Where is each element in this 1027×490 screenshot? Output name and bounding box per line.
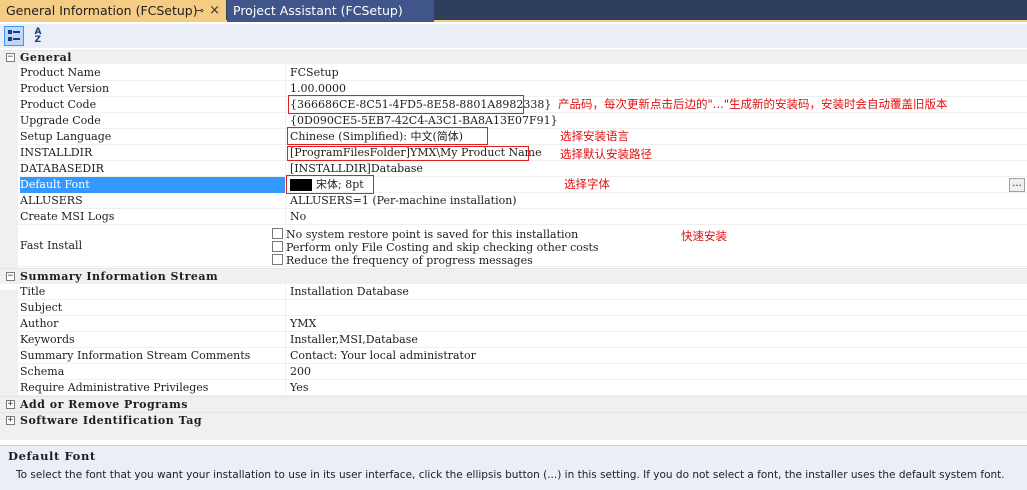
expand-icon[interactable]: + <box>6 416 15 425</box>
property-name: Fast Install <box>20 225 286 267</box>
property-value[interactable]: ALLUSERS=1 (Per-machine installation) <box>290 193 517 209</box>
highlight-box-product-code <box>288 95 524 114</box>
tab-project-assistant[interactable]: Project Assistant (FCSetup) <box>227 0 434 22</box>
property-name: Subject <box>20 300 286 316</box>
property-row-databasedir[interactable]: DATABASEDIR [INSTALLDIR]Database <box>18 161 1027 177</box>
category-label: Summary Information Stream <box>20 270 219 283</box>
fast-install-option[interactable]: Reduce the frequency of progress message… <box>272 254 533 267</box>
tab-general-information[interactable]: General Information (FCSetup) ⊸ × <box>0 0 226 22</box>
alphabetical-view-button[interactable]: A Z <box>28 26 48 46</box>
description-pane: Default Font To select the font that you… <box>0 445 1027 490</box>
highlight-box-setup-language <box>287 127 488 145</box>
collapse-icon[interactable]: − <box>6 53 15 62</box>
property-row-create-msi-logs[interactable]: Create MSI Logs No <box>18 209 1027 225</box>
property-name: Author <box>20 316 286 332</box>
annotation-installdir: 选择默认安装路径 <box>560 147 652 161</box>
category-label: Add or Remove Programs <box>20 398 188 411</box>
expand-icon[interactable]: + <box>6 400 15 409</box>
annotation-default-font: 选择字体 <box>564 177 610 191</box>
fast-install-option[interactable]: Perform only File Costing and skip check… <box>272 241 599 254</box>
grid-empty-area <box>0 428 1027 440</box>
sort-alpha-icon: A Z <box>34 28 42 45</box>
property-row-default-font[interactable]: Default Font 宋体; 8pt ... <box>18 177 1027 193</box>
property-value[interactable]: Installation Database <box>290 284 409 300</box>
fast-install-option[interactable]: No system restore point is saved for thi… <box>272 228 578 241</box>
tab-label: Project Assistant (FCSetup) <box>233 3 403 18</box>
property-name: Require Administrative Privileges <box>20 380 286 396</box>
property-row-author[interactable]: Author YMX <box>18 316 1027 332</box>
property-name: Default Font <box>20 177 286 193</box>
property-name: DATABASEDIR <box>20 161 286 177</box>
property-row-setup-language[interactable]: Setup Language Chinese (Simplified): 中文(… <box>18 129 1027 145</box>
property-row-require-admin[interactable]: Require Administrative Privileges Yes <box>18 380 1027 396</box>
property-name: INSTALLDIR <box>20 145 286 161</box>
property-name: Product Version <box>20 81 286 97</box>
tab-label: General Information (FCSetup) <box>6 3 198 18</box>
category-summary-information-stream[interactable]: − Summary Information Stream <box>0 268 1027 284</box>
property-row-allusers[interactable]: ALLUSERS ALLUSERS=1 (Per-machine install… <box>18 193 1027 209</box>
pin-icon[interactable]: ⊸ <box>195 0 204 22</box>
highlight-box-installdir <box>287 146 529 161</box>
property-name: Title <box>20 284 286 300</box>
property-name: Create MSI Logs <box>20 209 286 225</box>
property-value[interactable]: 200 <box>290 364 311 380</box>
property-value[interactable]: YMX <box>290 316 316 332</box>
property-row-upgrade-code[interactable]: Upgrade Code {0D090CE5-5EB7-42C4-A3C1-BA… <box>18 113 1027 129</box>
property-row-subject[interactable]: Subject <box>18 300 1027 316</box>
property-name: Schema <box>20 364 286 380</box>
property-row-schema[interactable]: Schema 200 <box>18 364 1027 380</box>
document-tab-bar: General Information (FCSetup) ⊸ × Projec… <box>0 0 1027 22</box>
gutter <box>0 290 18 398</box>
property-value[interactable]: Installer,MSI,Database <box>290 332 418 348</box>
category-label: General <box>20 51 72 64</box>
property-row-keywords[interactable]: Keywords Installer,MSI,Database <box>18 332 1027 348</box>
category-software-identification-tag[interactable]: + Software Identification Tag <box>0 412 1027 428</box>
checkbox[interactable] <box>272 254 283 265</box>
property-row-product-name[interactable]: Product Name FCSetup <box>18 65 1027 81</box>
property-name: Product Name <box>20 65 286 81</box>
category-label: Software Identification Tag <box>20 414 203 427</box>
annotation-setup-language: 选择安装语言 <box>560 129 629 143</box>
collapse-icon[interactable]: − <box>6 272 15 281</box>
ellipsis-button[interactable]: ... <box>1009 178 1025 192</box>
property-name: Upgrade Code <box>20 113 286 129</box>
close-icon[interactable]: × <box>209 0 220 22</box>
property-value[interactable]: No <box>290 209 306 225</box>
property-row-comments[interactable]: Summary Information Stream Comments Cont… <box>18 348 1027 364</box>
alpha-z: Z <box>34 35 42 45</box>
checkbox-label: No system restore point is saved for thi… <box>286 228 579 241</box>
description-title: Default Font <box>8 449 96 463</box>
property-value[interactable]: Contact: Your local administrator <box>290 348 476 364</box>
category-general[interactable]: − General <box>0 50 1027 64</box>
property-name: Setup Language <box>20 129 286 145</box>
categorized-icon <box>8 30 20 41</box>
property-name: Product Code <box>20 97 286 113</box>
description-text: To select the font that you want your in… <box>16 469 1005 481</box>
property-value[interactable]: FCSetup <box>290 65 339 81</box>
highlight-box-default-font <box>286 175 374 194</box>
property-name: Keywords <box>20 332 286 348</box>
checkbox-label: Perform only File Costing and skip check… <box>286 241 599 254</box>
property-grid: − General Product Name FCSetup Product V… <box>0 50 1027 440</box>
category-add-or-remove-programs[interactable]: + Add or Remove Programs <box>0 396 1027 412</box>
checkbox[interactable] <box>272 228 283 239</box>
annotation-product-code: 产品码，每次更新点击后边的"..."生成新的安装码，安装时会自动覆盖旧版本 <box>558 97 948 111</box>
annotation-fast-install: 快速安装 <box>681 229 727 243</box>
checkbox[interactable] <box>272 241 283 252</box>
property-value[interactable]: Yes <box>290 380 308 396</box>
checkbox-label: Reduce the frequency of progress message… <box>286 254 533 267</box>
property-name: Summary Information Stream Comments <box>20 348 286 364</box>
property-name: ALLUSERS <box>20 193 286 209</box>
gutter <box>0 64 18 276</box>
property-grid-toolbar: A Z <box>0 24 1027 48</box>
property-row-title[interactable]: Title Installation Database <box>18 284 1027 300</box>
categorized-view-button[interactable] <box>4 26 24 46</box>
